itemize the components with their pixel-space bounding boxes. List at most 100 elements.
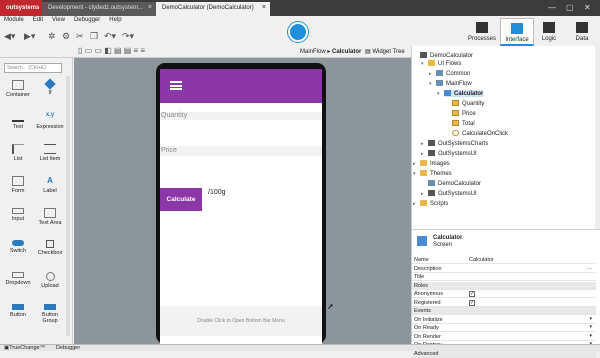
minimize-icon[interactable]: — [548,3,556,12]
dropdown-icon[interactable]: … [587,265,592,271]
expand-toggle-icon[interactable]: ▸ [421,141,424,147]
tree-node-theme-democalculator[interactable]: DemoCalculator [428,180,481,187]
tree-node-module-outsystemscharts[interactable]: OutSystemsCharts [428,140,488,147]
breadcrumb-flow[interactable]: MainFlow [300,49,326,55]
property-row[interactable]: On Ready ▾ [412,324,596,332]
form-icon [12,176,24,186]
menu-edit[interactable]: Edit [29,16,48,23]
toolbox-scrollbar[interactable] [66,76,70,336]
dropdown-icon[interactable]: ▾ [589,316,592,322]
expand-toggle-icon[interactable]: ▾ [421,61,424,67]
expand-toggle-icon[interactable]: ▾ [413,171,416,177]
tree-node-action-calculateonclick[interactable]: CalculateOnClick [452,130,508,137]
tree-node-var-price[interactable]: Price [452,110,476,117]
tab-democalculator[interactable]: DemoCalculator (DemoCalculator) × [156,2,270,16]
truechange-tab[interactable]: ▣ TrueChange™ [4,345,45,351]
expand-toggle-icon[interactable]: ▸ [413,161,416,167]
expand-toggle-icon[interactable]: ▸ [429,71,432,77]
widget-text[interactable]: Text [2,112,34,130]
widget-label[interactable]: A Label [34,176,66,194]
forward-icon[interactable]: ▶▾ [24,31,35,42]
cut-icon[interactable]: ✂ [76,31,84,42]
close-icon[interactable]: × [148,4,152,11]
tree-node-theme-outsystemsui[interactable]: OutSystemsUI [428,190,477,197]
tree-node-folder-ui-flows[interactable]: UI Flows [428,60,461,67]
checkbox[interactable]: ✓ [469,299,475,306]
property-row[interactable]: Name Calculator [412,256,596,264]
outsystems-logo-tab[interactable]: outsystems [0,0,42,16]
quantity-input[interactable] [160,120,322,145]
widget-if[interactable]: If [34,78,66,96]
property-row[interactable]: Registered ✓ [412,299,596,307]
tree-node-module-outsystemsui[interactable]: OutSystemsUI [428,150,477,157]
widget-tree-button[interactable]: ▤ Widget Tree [365,48,405,55]
undo-icon[interactable]: ↶▾ [104,31,116,42]
widget-form[interactable]: Form [2,176,34,194]
property-row[interactable]: Title [412,273,596,281]
back-icon[interactable]: ◀▾ [4,31,15,42]
toolbox-search-input[interactable]: Search... (Ctrl+E) [4,63,62,73]
widget-upload[interactable]: Upload [34,272,66,289]
tab-logic[interactable]: Logic [532,18,566,46]
expand-toggle-icon[interactable]: ▸ [413,201,416,207]
expand-toggle-icon[interactable]: ▸ [421,191,424,197]
price-input[interactable] [160,157,322,183]
settings-icon[interactable]: ✲ [48,31,56,42]
widget-expression[interactable]: x.y Expression [34,112,66,130]
expand-toggle-icon[interactable]: ▸ [421,151,424,157]
bottom-bar-placeholder[interactable]: Double Click to Open Bottom Bar Menu [160,306,322,336]
debug-icon[interactable]: ⚙ [62,31,70,42]
widget-checkbox[interactable]: Checkbox [34,240,66,256]
close-icon[interactable]: × [262,4,266,11]
dropdown-icon[interactable]: ▾ [589,333,592,339]
widget-container[interactable]: Container [2,80,34,98]
debugger-tab[interactable]: Debugger [56,345,80,351]
property-value[interactable]: Calculator [469,257,494,263]
calculate-button[interactable]: Calculate [160,188,202,211]
tab-interface[interactable]: Interface [500,18,534,46]
widget-text-area[interactable]: Text Area [34,208,66,226]
tree-node-folder-scripts[interactable]: Scripts [420,200,448,207]
menu-debugger[interactable]: Debugger [70,16,105,23]
dropdown-icon[interactable]: ▾ [589,324,592,330]
menu-icon[interactable] [170,81,182,90]
copy-icon[interactable]: ❐ [90,31,98,42]
property-row[interactable]: Description… [412,265,596,273]
menu-module[interactable]: Module [0,16,29,23]
tree-node-module[interactable]: DemoCalculator [420,52,473,59]
tree-node-flow-mainflow[interactable]: MainFlow [436,80,472,87]
tab-development[interactable]: Development - clydedz.outsystem... × [42,2,156,16]
property-row[interactable]: Anonymous ✓ [412,290,596,298]
device-icons[interactable]: ▯ ▭ ▭ ◧ ▤ ▤ ≡ ≡ [78,46,145,55]
redo-icon[interactable]: ↷▾ [122,31,134,42]
tree-node-var-total[interactable]: Total [452,120,475,127]
expand-toggle-icon[interactable]: ▾ [429,81,432,87]
tab-data[interactable]: Data [565,18,599,46]
publish-button[interactable] [288,22,308,42]
expand-toggle-icon[interactable]: ▾ [437,91,440,97]
tree-node-screen-calculator[interactable]: Calculator [444,90,484,97]
widget-list-item[interactable]: List Item [34,144,66,162]
property-row[interactable]: On Initialize ▾ [412,316,596,324]
widget-button[interactable]: Button [2,304,34,318]
tree-node-folder-images[interactable]: Images [420,160,450,167]
widget-input[interactable]: Input [2,208,34,222]
tab-processes[interactable]: Processes [465,18,499,46]
widget-switch[interactable]: Switch [2,240,34,254]
tree-node-var-quantity[interactable]: Quantity [452,100,484,107]
checkbox[interactable]: ✓ [469,291,475,297]
widget-dropdown[interactable]: Dropdown [2,272,34,286]
widget-label: Button Group [42,312,58,324]
tree-node-flow-common[interactable]: Common [436,70,470,77]
tree-node-folder-themes[interactable]: Themes [420,170,452,177]
menu-help[interactable]: Help [105,16,126,23]
close-window-icon[interactable]: ✕ [584,3,591,12]
menu-view[interactable]: View [48,16,70,23]
maximize-icon[interactable]: ▢ [566,3,574,12]
logic-icon [543,22,555,33]
widget-button-group[interactable]: Button Group [34,304,66,324]
property-row[interactable]: On Render ▾ [412,333,596,341]
breadcrumb-screen[interactable]: Calculator [332,49,361,55]
tree-scrollbar[interactable] [595,46,600,229]
widget-list[interactable]: List [2,144,34,162]
